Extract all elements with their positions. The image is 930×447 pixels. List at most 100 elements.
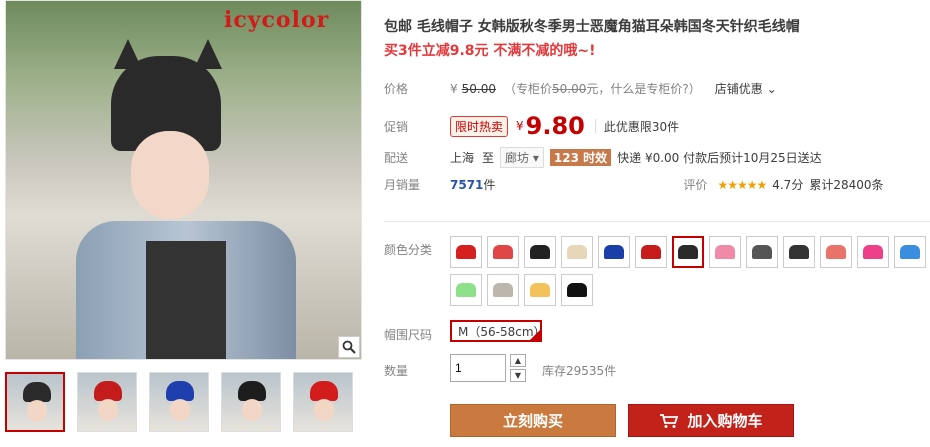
model-face	[131, 131, 209, 219]
thumbnail-5[interactable]	[293, 372, 353, 432]
shop-discount-link[interactable]: 店铺优惠 ⌄	[715, 80, 777, 97]
main-product-image[interactable]: icycolor	[5, 0, 362, 360]
chevron-down-icon: ▼	[514, 371, 522, 380]
hat-thumbnail-shape	[567, 283, 587, 297]
thumbnail-hat	[23, 382, 51, 402]
color-swatch-1[interactable]	[450, 236, 482, 268]
thumbnail-face	[98, 399, 118, 421]
color-swatch-3[interactable]	[524, 236, 556, 268]
quantity-label: 数量	[384, 364, 409, 378]
price-label: 价格	[384, 82, 409, 96]
color-swatch-17[interactable]	[561, 274, 593, 306]
zoom-button[interactable]	[338, 336, 360, 358]
quantity-increase-button[interactable]: ▲	[510, 354, 526, 367]
color-swatch-8[interactable]	[709, 236, 741, 268]
color-swatch-12[interactable]	[857, 236, 889, 268]
thumbnail-face	[314, 399, 334, 421]
destination-value: 廊坊	[505, 151, 530, 165]
hat-thumbnail-shape	[826, 245, 846, 259]
selected-check-icon	[530, 330, 540, 340]
model-shirt	[146, 241, 226, 359]
counter-price-suffix[interactable]: 元，什么是专柜价?）	[586, 80, 700, 97]
hat-thumbnail-shape	[530, 245, 550, 259]
thumbnail-face	[170, 399, 190, 421]
delivery-label: 配送	[384, 151, 409, 165]
color-swatch-7[interactable]	[672, 236, 704, 268]
hat-thumbnail-shape	[752, 245, 772, 259]
quantity-input[interactable]	[450, 354, 506, 382]
to-word: 至	[482, 151, 495, 165]
thumbnail-4[interactable]	[221, 372, 281, 432]
add-to-cart-label: 加入购物车	[687, 412, 763, 430]
color-swatch-15[interactable]	[487, 274, 519, 306]
divider	[594, 119, 596, 133]
hat-thumbnail-shape	[456, 283, 476, 297]
color-swatch-14[interactable]	[450, 274, 482, 306]
hat-thumbnail-shape	[863, 245, 883, 259]
promo-price: 9.80	[525, 112, 585, 140]
thumbnail-1[interactable]	[5, 372, 65, 432]
monthly-sales-unit: 件	[483, 178, 496, 192]
hat-thumbnail-shape	[715, 245, 735, 259]
color-swatch-16[interactable]	[524, 274, 556, 306]
review-count-link[interactable]: 累计28400条	[809, 176, 883, 193]
counter-price-prefix: （专柜价	[504, 82, 553, 96]
thumbnail-hat	[94, 381, 122, 401]
delivery-row: 配送 上海 至 廊坊 ▾ 123 时效 快递 ¥0.00 付款后预计10月25日…	[384, 147, 822, 168]
product-title: 包邮 毛线帽子 女韩版秋冬季男士恶魔角猫耳朵韩国冬天针织毛线帽	[384, 19, 800, 35]
model-figure	[76, 31, 296, 359]
thumbnail-hat	[238, 381, 266, 401]
hat-thumbnail-shape	[530, 283, 550, 297]
add-to-cart-button[interactable]: 加入购物车	[628, 404, 794, 437]
chevron-down-icon: ⌄	[766, 82, 777, 96]
thumbnail-hat	[310, 381, 338, 401]
promo-limit: 此优惠限30件	[603, 119, 680, 134]
sales-row: 月销量 7571 件 评价 ★★★★★ 4.7分 累计28400条	[384, 176, 884, 193]
color-swatch-11[interactable]	[820, 236, 852, 268]
destination-select[interactable]: 廊坊 ▾	[500, 147, 544, 168]
brand-logo: icycolor	[224, 7, 330, 33]
hat-thumbnail-shape	[493, 283, 513, 297]
rating-label: 评价	[683, 178, 708, 192]
counter-price: 50.00	[552, 81, 587, 96]
chevron-up-icon: ▲	[514, 356, 522, 365]
thumbnail-3[interactable]	[149, 372, 209, 432]
color-swatch-4[interactable]	[561, 236, 593, 268]
price-row: 价格 ¥ 50.00 （专柜价 50.00 元，什么是专柜价?） 店铺优惠 ⌄	[384, 80, 777, 97]
color-category-label: 颜色分类	[384, 243, 433, 257]
thumbnail-face	[27, 400, 47, 422]
delivery-time-badge: 123 时效	[549, 149, 612, 166]
size-label: 帽围尺码	[384, 328, 433, 342]
color-swatch-list	[450, 236, 930, 306]
color-swatch-9[interactable]	[746, 236, 778, 268]
cart-icon	[660, 413, 679, 428]
monthly-sales-label: 月销量	[384, 178, 421, 192]
color-swatch-5[interactable]	[598, 236, 630, 268]
color-swatch-2[interactable]	[487, 236, 519, 268]
color-swatch-13[interactable]	[894, 236, 926, 268]
thumbnail-hat	[166, 381, 194, 401]
shipping-info: 快递 ¥0.00 付款后预计10月25日送达	[617, 151, 822, 165]
hat-thumbnail-shape	[456, 245, 476, 259]
monthly-sales-count: 7571	[450, 177, 484, 192]
dropdown-arrow-icon: ▾	[532, 151, 539, 165]
rating-score: 4.7分	[772, 178, 804, 192]
price-box: 价格 ¥ 50.00 （专柜价 50.00 元，什么是专柜价?） 店铺优惠 ⌄ …	[384, 72, 930, 200]
thumbnail-strip	[5, 372, 362, 434]
size-option-m[interactable]: M（56-58cm）	[450, 320, 546, 342]
buy-now-button[interactable]: 立刻购买	[450, 404, 616, 437]
hat-thumbnail-shape	[900, 245, 920, 259]
shop-discount-label: 店铺优惠	[714, 82, 763, 96]
thumbnail-2[interactable]	[77, 372, 137, 432]
rating-stars-icon: ★★★★★	[717, 177, 767, 192]
color-swatch-6[interactable]	[635, 236, 667, 268]
currency-symbol: ¥	[450, 81, 458, 96]
ship-from: 上海	[450, 151, 475, 165]
hat-thumbnail-shape	[567, 245, 587, 259]
color-swatch-10[interactable]	[783, 236, 815, 268]
hat-thumbnail-shape	[604, 245, 624, 259]
quantity-decrease-button[interactable]: ▼	[510, 369, 526, 382]
size-option-text: M（56-58cm）	[458, 324, 546, 339]
thumbnail-face	[242, 399, 262, 421]
promotion-row: 促销 限时热卖 ¥ 9.80 此优惠限30件	[384, 112, 679, 140]
